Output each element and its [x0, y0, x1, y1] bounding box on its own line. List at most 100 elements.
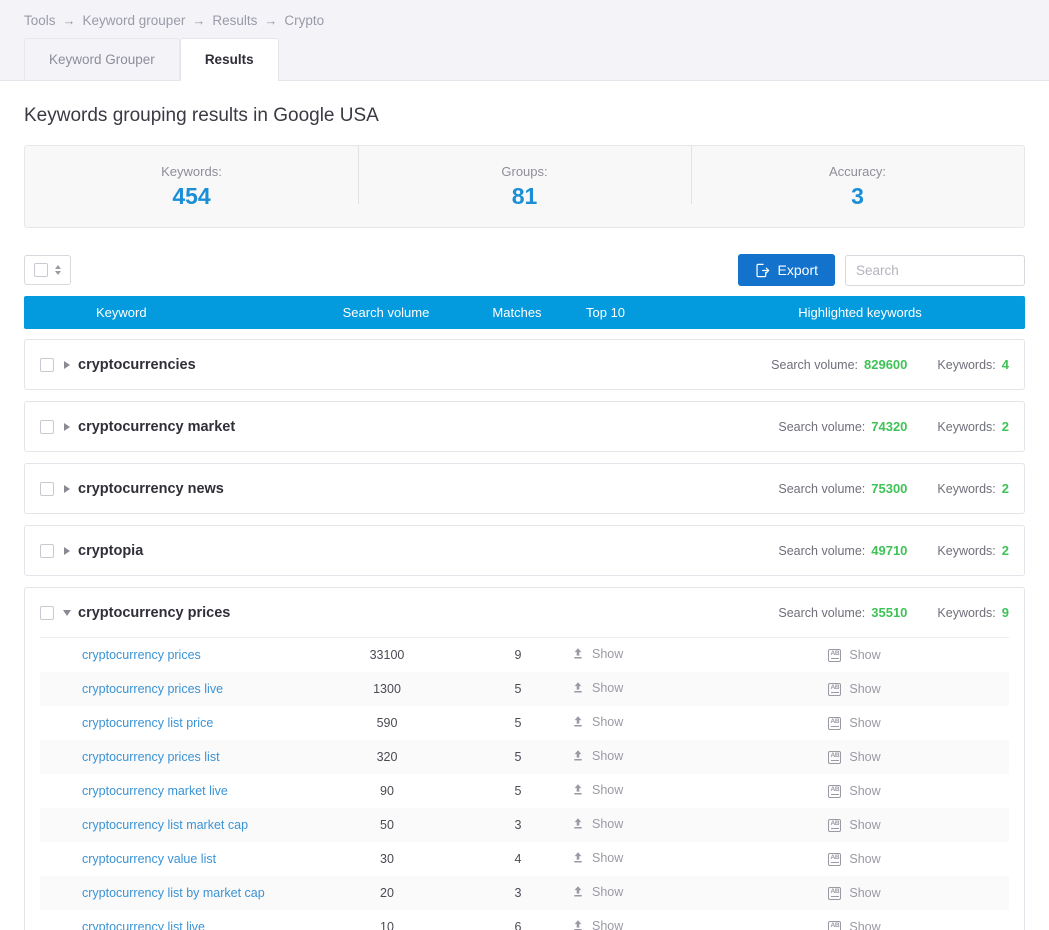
- keyword-link[interactable]: cryptocurrency value list: [40, 852, 307, 866]
- stat-accuracy: Accuracy: 3: [691, 145, 1024, 214]
- group-header[interactable]: cryptocurrency news Search volume: 75300 Ke…: [25, 464, 1024, 513]
- breadcrumb-separator: →: [192, 13, 206, 28]
- group-checkbox-icon[interactable]: [40, 543, 54, 558]
- keyword-rows: cryptocurrency prices 33100 9 Show AB Show cry…: [40, 637, 1009, 930]
- highlighted-show-link[interactable]: AB Show: [828, 682, 881, 696]
- show-label: Show: [849, 886, 881, 900]
- upload-arrow-icon: [572, 681, 584, 694]
- group-search-volume-value: 49710: [871, 543, 908, 558]
- ab-highlight-icon: AB: [828, 886, 842, 900]
- keyword-link[interactable]: cryptocurrency prices live: [40, 682, 307, 696]
- group-checkbox-icon[interactable]: [40, 605, 54, 620]
- group-meta: Search volume: 74320 Keywords: 2: [778, 419, 1009, 434]
- keyword-highlighted-cell: AB Show: [714, 716, 1009, 730]
- column-header-top10[interactable]: Top 10: [568, 305, 713, 320]
- keyword-search-volume: 33100: [369, 648, 405, 662]
- group-keywords-value: 4: [1001, 357, 1009, 372]
- keyword-highlighted-cell: AB Show: [714, 886, 1009, 900]
- tab-keyword-grouper[interactable]: Keyword Grouper: [24, 38, 180, 81]
- stat-keywords-value: 454: [172, 182, 211, 209]
- top10-show-link[interactable]: Show: [572, 681, 623, 695]
- group-name: cryptocurrency prices: [78, 604, 231, 621]
- group-header[interactable]: cryptocurrencies Search volume: 829600 Keyw…: [25, 340, 1024, 389]
- show-label: Show: [849, 682, 881, 696]
- table-row: cryptocurrency list by market cap 20 3 Show…: [40, 876, 1009, 910]
- group-card: cryptopia Search volume: 49710 Keywords: 2: [24, 525, 1025, 576]
- sort-caret-icon[interactable]: [55, 265, 61, 275]
- group-search-volume: Search volume: 49710: [778, 543, 907, 558]
- ab-highlight-icon: AB: [828, 750, 842, 764]
- search-input[interactable]: [845, 254, 1025, 286]
- keyword-link[interactable]: cryptocurrency list by market cap: [40, 886, 307, 900]
- triangle-right-icon[interactable]: [64, 484, 70, 493]
- show-label: Show: [592, 748, 624, 763]
- keyword-highlighted-cell: AB Show: [714, 852, 1009, 866]
- breadcrumb-item-results[interactable]: Results: [212, 12, 257, 30]
- group-header[interactable]: cryptopia Search volume: 49710 Keywords: 2: [25, 526, 1024, 575]
- export-button[interactable]: Export: [737, 254, 835, 286]
- keyword-top10-cell: Show: [569, 817, 714, 834]
- keyword-search-volume: 590: [376, 716, 398, 730]
- keyword-highlighted-cell: AB Show: [714, 920, 1009, 930]
- highlighted-show-link[interactable]: AB Show: [828, 886, 881, 900]
- show-label: Show: [592, 918, 624, 930]
- triangle-right-icon[interactable]: [64, 360, 70, 369]
- group-search-volume-label: Search volume:: [778, 482, 866, 496]
- column-header-keyword[interactable]: Keyword: [24, 305, 306, 320]
- top10-show-link[interactable]: Show: [572, 919, 623, 930]
- keyword-highlighted-cell: AB Show: [714, 750, 1009, 764]
- breadcrumb-item-crypto[interactable]: Crypto: [284, 12, 324, 30]
- table-row: cryptocurrency list live 10 6 Show AB Show: [40, 910, 1009, 930]
- group-header[interactable]: cryptocurrency market Search volume: 74320…: [25, 402, 1024, 451]
- show-label: Show: [849, 818, 881, 832]
- breadcrumb-item-tools[interactable]: Tools: [24, 12, 56, 30]
- export-button-label: Export: [777, 262, 818, 278]
- highlighted-show-link[interactable]: AB Show: [828, 716, 881, 730]
- highlighted-show-link[interactable]: AB Show: [828, 750, 881, 764]
- column-header-matches[interactable]: Matches: [466, 305, 568, 320]
- keyword-matches: 5: [514, 750, 522, 764]
- highlighted-show-link[interactable]: AB Show: [828, 784, 881, 798]
- highlighted-show-link[interactable]: AB Show: [828, 648, 881, 662]
- group-checkbox-icon[interactable]: [40, 357, 54, 372]
- keyword-highlighted-cell: AB Show: [714, 648, 1009, 662]
- triangle-down-icon[interactable]: [63, 609, 71, 616]
- triangle-right-icon[interactable]: [64, 422, 70, 431]
- top10-show-link[interactable]: Show: [572, 851, 623, 865]
- highlighted-show-link[interactable]: AB Show: [828, 920, 881, 930]
- highlighted-show-link[interactable]: AB Show: [828, 852, 881, 866]
- ab-highlight-icon: AB: [828, 920, 842, 930]
- stats-panel: Keywords: 454 Groups: 81 Accuracy: 3: [24, 145, 1025, 228]
- keyword-link[interactable]: cryptocurrency market live: [40, 784, 307, 798]
- top10-show-link[interactable]: Show: [572, 647, 623, 661]
- tab-results[interactable]: Results: [179, 38, 279, 81]
- checkbox-icon[interactable]: [34, 263, 48, 277]
- keyword-link[interactable]: cryptocurrency prices: [40, 648, 307, 662]
- triangle-right-icon[interactable]: [64, 546, 70, 555]
- top10-show-link[interactable]: Show: [572, 817, 623, 831]
- select-all-control[interactable]: [24, 255, 71, 285]
- group-checkbox-icon[interactable]: [40, 481, 54, 496]
- column-header-highlighted[interactable]: Highlighted keywords: [713, 305, 1025, 320]
- upload-arrow-icon: [572, 715, 584, 728]
- group-checkbox-icon[interactable]: [40, 419, 54, 434]
- keyword-link[interactable]: cryptocurrency list price: [40, 716, 307, 730]
- keyword-matches: 4: [514, 852, 522, 866]
- highlighted-show-link[interactable]: AB Show: [828, 818, 881, 832]
- keyword-link[interactable]: cryptocurrency prices list: [40, 750, 307, 764]
- top10-show-link[interactable]: Show: [572, 783, 623, 797]
- top10-show-link[interactable]: Show: [572, 715, 623, 729]
- group-keywords-label: Keywords:: [937, 358, 996, 372]
- group-header[interactable]: cryptocurrency prices Search volume: 35510…: [25, 588, 1024, 637]
- keyword-link[interactable]: cryptocurrency list live: [40, 920, 307, 930]
- stat-accuracy-label: Accuracy:: [828, 163, 887, 179]
- table-row: cryptocurrency prices 33100 9 Show AB Show: [40, 638, 1009, 672]
- column-header-search-volume[interactable]: Search volume: [306, 305, 466, 320]
- group-search-volume-value: 35510: [871, 605, 908, 620]
- top10-show-link[interactable]: Show: [572, 749, 623, 763]
- breadcrumb-item-keyword-grouper[interactable]: Keyword grouper: [83, 12, 186, 30]
- top10-show-link[interactable]: Show: [572, 885, 623, 899]
- keyword-link[interactable]: cryptocurrency list market cap: [40, 818, 307, 832]
- keyword-matches: 9: [514, 648, 522, 662]
- show-label: Show: [849, 716, 881, 730]
